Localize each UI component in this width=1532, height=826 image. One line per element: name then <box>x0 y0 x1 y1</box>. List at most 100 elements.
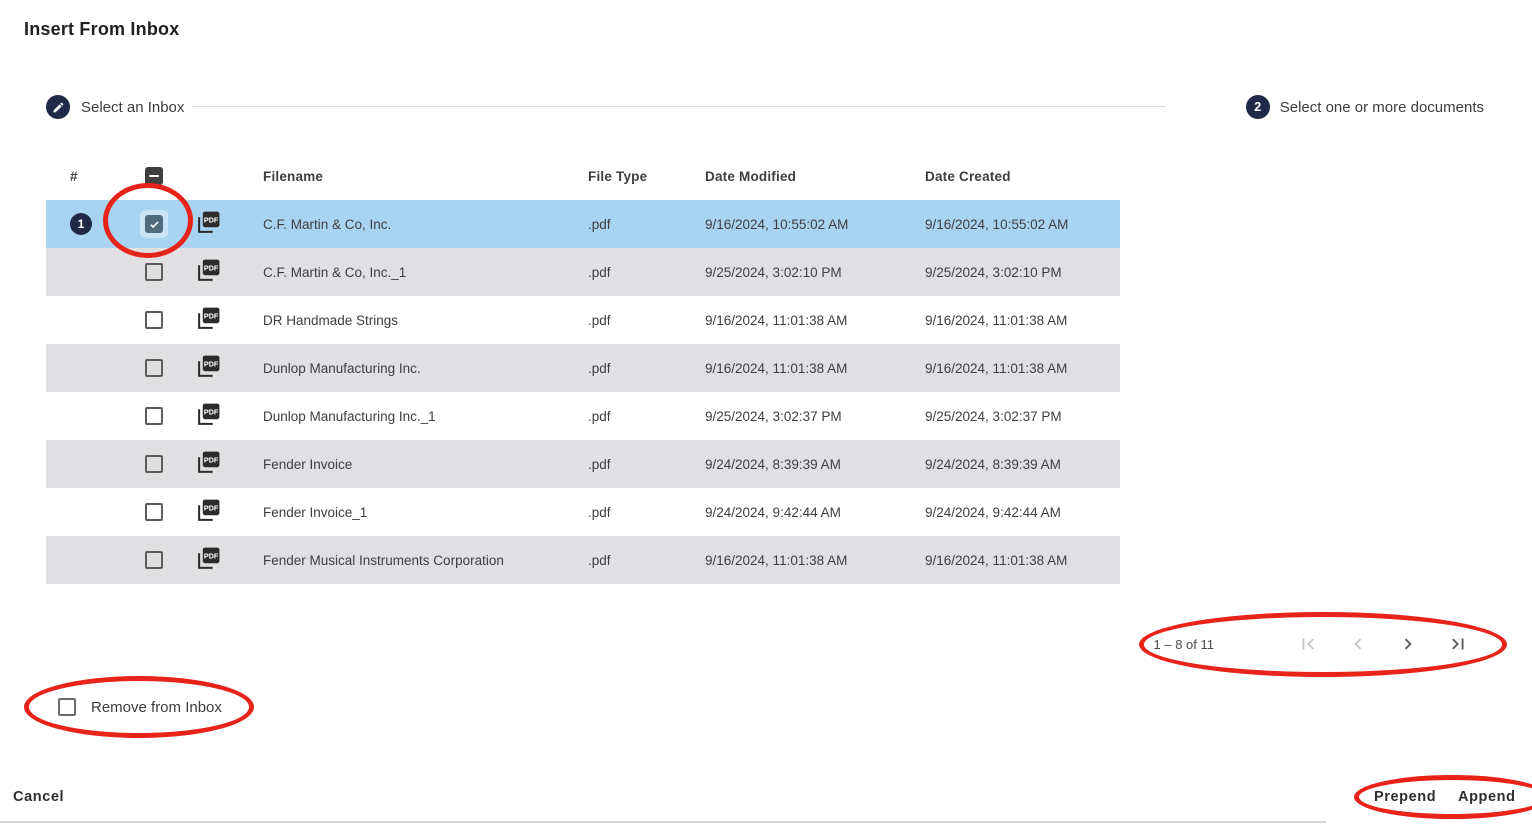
pdf-file-icon: PDF <box>196 402 221 430</box>
row-checkbox[interactable] <box>145 263 163 281</box>
table-row[interactable]: PDF Fender Musical Instruments Corporati… <box>46 536 1120 584</box>
documents-table: # Filename File Type Date Modified Date … <box>46 152 1120 584</box>
pdf-file-icon: PDF <box>196 546 221 574</box>
row-checkbox[interactable] <box>145 407 163 425</box>
date-modified-cell: 9/25/2024, 3:02:37 PM <box>688 409 908 424</box>
table-body: 1 PDF C.F. Martin & Co, Inc. .pdf 9/16/2… <box>46 200 1120 584</box>
filename-cell: Dunlop Manufacturing Inc. <box>246 361 571 376</box>
table-row[interactable]: 1 PDF C.F. Martin & Co, Inc. .pdf 9/16/2… <box>46 200 1120 248</box>
filename-cell: Fender Invoice_1 <box>246 505 571 520</box>
select-all-checkbox-indeterminate[interactable] <box>145 167 163 185</box>
file-type-cell: .pdf <box>571 313 688 328</box>
svg-text:PDF: PDF <box>204 503 219 512</box>
pdf-file-icon: PDF <box>196 306 221 334</box>
date-modified-cell: 9/16/2024, 10:55:02 AM <box>688 217 908 232</box>
date-created-cell: 9/16/2024, 11:01:38 AM <box>908 313 1120 328</box>
date-modified-cell: 9/25/2024, 3:02:10 PM <box>688 265 908 280</box>
step-2-number-badge: 2 <box>1246 95 1270 119</box>
append-button[interactable]: Append <box>1458 789 1516 805</box>
date-modified-cell: 9/24/2024, 9:42:44 AM <box>688 505 908 520</box>
table-header-row: # Filename File Type Date Modified Date … <box>46 152 1120 200</box>
date-created-cell: 9/24/2024, 9:42:44 AM <box>908 505 1120 520</box>
svg-text:PDF: PDF <box>204 407 219 416</box>
table-row[interactable]: PDF Fender Invoice .pdf 9/24/2024, 8:39:… <box>46 440 1120 488</box>
file-type-cell: .pdf <box>571 217 688 232</box>
svg-text:PDF: PDF <box>204 551 219 560</box>
cancel-button[interactable]: Cancel <box>13 789 64 805</box>
remove-from-inbox-checkbox[interactable] <box>58 698 76 716</box>
table-row[interactable]: PDF DR Handmade Strings .pdf 9/16/2024, … <box>46 296 1120 344</box>
minus-icon <box>149 175 159 177</box>
header-filename: Filename <box>246 169 571 184</box>
svg-text:PDF: PDF <box>204 359 219 368</box>
table-row[interactable]: PDF Dunlop Manufacturing Inc._1 .pdf 9/2… <box>46 392 1120 440</box>
row-checkbox[interactable] <box>145 503 163 521</box>
pdf-file-icon: PDF <box>196 354 221 382</box>
pdf-file-icon: PDF <box>196 450 221 478</box>
remove-from-inbox-option[interactable]: Remove from Inbox <box>58 698 222 716</box>
file-type-cell: .pdf <box>571 457 688 472</box>
date-modified-cell: 9/16/2024, 11:01:38 AM <box>688 313 908 328</box>
row-number-badge: 1 <box>70 213 92 235</box>
file-type-cell: .pdf <box>571 553 688 568</box>
file-type-cell: .pdf <box>571 409 688 424</box>
pdf-file-icon: PDF <box>196 258 221 286</box>
edit-icon <box>46 95 70 119</box>
page-title: Insert From Inbox <box>24 19 179 40</box>
row-checkbox[interactable] <box>140 210 168 238</box>
filename-cell: C.F. Martin & Co, Inc. <box>246 217 571 232</box>
filename-cell: Dunlop Manufacturing Inc._1 <box>246 409 571 424</box>
date-created-cell: 9/24/2024, 8:39:39 AM <box>908 457 1120 472</box>
checked-checkbox <box>145 215 163 233</box>
file-type-cell: .pdf <box>571 505 688 520</box>
dialog-bottom-divider <box>0 821 1326 823</box>
svg-text:PDF: PDF <box>204 311 219 320</box>
stepper-step-2[interactable]: 2 Select one or more documents <box>1246 95 1484 119</box>
stepper-step-1[interactable]: Select an Inbox <box>46 95 184 119</box>
row-checkbox[interactable] <box>145 311 163 329</box>
previous-page-icon[interactable] <box>1346 632 1370 656</box>
date-created-cell: 9/25/2024, 3:02:37 PM <box>908 409 1120 424</box>
date-modified-cell: 9/16/2024, 11:01:38 AM <box>688 553 908 568</box>
filename-cell: Fender Musical Instruments Corporation <box>246 553 571 568</box>
table-row[interactable]: PDF Fender Invoice_1 .pdf 9/24/2024, 9:4… <box>46 488 1120 536</box>
date-modified-cell: 9/24/2024, 8:39:39 AM <box>688 457 908 472</box>
prepend-button[interactable]: Prepend <box>1374 789 1436 805</box>
date-modified-cell: 9/16/2024, 11:01:38 AM <box>688 361 908 376</box>
svg-text:PDF: PDF <box>204 455 219 464</box>
date-created-cell: 9/25/2024, 3:02:10 PM <box>908 265 1120 280</box>
pdf-file-icon: PDF <box>196 498 221 526</box>
date-created-cell: 9/16/2024, 10:55:02 AM <box>908 217 1120 232</box>
filename-cell: Fender Invoice <box>246 457 571 472</box>
next-page-icon[interactable] <box>1396 632 1420 656</box>
step-1-label: Select an Inbox <box>81 99 184 116</box>
pagination-range-label: 1 – 8 of 11 <box>1154 637 1214 652</box>
header-date-modified: Date Modified <box>688 169 908 184</box>
file-type-cell: .pdf <box>571 361 688 376</box>
header-number: # <box>46 169 126 184</box>
pdf-file-icon: PDF <box>196 210 221 238</box>
filename-cell: DR Handmade Strings <box>246 313 571 328</box>
date-created-cell: 9/16/2024, 11:01:38 AM <box>908 361 1120 376</box>
last-page-icon[interactable] <box>1446 632 1470 656</box>
row-checkbox[interactable] <box>145 455 163 473</box>
insert-from-inbox-dialog: Insert From Inbox Select an Inbox 2 Sele… <box>0 0 1532 826</box>
pagination-controls: 1 – 8 of 11 <box>1154 632 1470 656</box>
remove-from-inbox-label: Remove from Inbox <box>91 699 222 716</box>
stepper: Select an Inbox 2 Select one or more doc… <box>46 95 1486 119</box>
date-created-cell: 9/16/2024, 11:01:38 AM <box>908 553 1120 568</box>
stepper-connector-line <box>192 106 1166 107</box>
table-row[interactable]: PDF Dunlop Manufacturing Inc. .pdf 9/16/… <box>46 344 1120 392</box>
header-select-all[interactable] <box>126 167 182 185</box>
file-type-cell: .pdf <box>571 265 688 280</box>
table-row[interactable]: PDF C.F. Martin & Co, Inc._1 .pdf 9/25/2… <box>46 248 1120 296</box>
first-page-icon[interactable] <box>1296 632 1320 656</box>
step-2-label: Select one or more documents <box>1280 99 1484 116</box>
header-file-type: File Type <box>571 169 688 184</box>
header-date-created: Date Created <box>908 169 1120 184</box>
row-checkbox[interactable] <box>145 551 163 569</box>
svg-text:PDF: PDF <box>204 263 219 272</box>
filename-cell: C.F. Martin & Co, Inc._1 <box>246 265 571 280</box>
row-checkbox[interactable] <box>145 359 163 377</box>
svg-text:PDF: PDF <box>204 215 219 224</box>
